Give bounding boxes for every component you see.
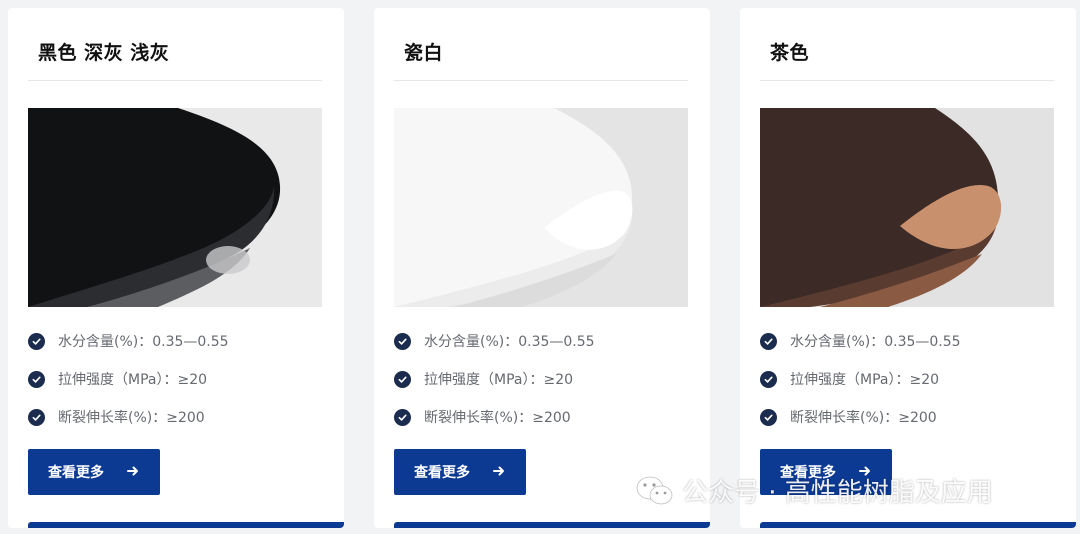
- spec-item: 断裂伸长率(%)：≥200: [394, 406, 571, 428]
- check-circle-icon: [28, 408, 45, 426]
- card-accent-bar: [760, 522, 1076, 528]
- product-title: 瓷白: [404, 42, 444, 64]
- spec-item: 断裂伸长率(%)：≥200: [760, 406, 937, 428]
- spec-text: 水分含量(%)：0.35—0.55: [424, 334, 595, 350]
- watermark-text: 公众号 · 高性能树脂及应用: [682, 478, 993, 508]
- card-accent-bar: [28, 522, 344, 528]
- product-swatch-image: [28, 108, 322, 307]
- spec-item: 拉伸强度（MPa）：≥20: [760, 368, 939, 390]
- check-circle-icon: [760, 370, 777, 388]
- divider: [394, 80, 688, 81]
- spec-text: 拉伸强度（MPa）：≥20: [424, 372, 574, 388]
- check-circle-icon: [394, 332, 411, 350]
- spec-item: 拉伸强度（MPa）：≥20: [394, 368, 573, 390]
- product-swatch-image: [394, 108, 688, 307]
- watermark: 公众号 · 高性能树脂及应用: [636, 472, 993, 509]
- check-circle-icon: [28, 370, 45, 388]
- divider: [28, 80, 322, 81]
- view-more-button[interactable]: 查看更多: [394, 449, 526, 495]
- product-card-black: 黑色 深灰 浅灰 水分含量(%)：0.35—0.55 拉伸强度（MPa）：≥20: [8, 8, 344, 528]
- spec-text: 断裂伸长率(%)：≥200: [790, 410, 937, 426]
- card-accent-bar: [394, 522, 710, 528]
- check-circle-icon: [394, 408, 411, 426]
- wechat-icon: [636, 476, 673, 504]
- spec-text: 拉伸强度（MPa）：≥20: [58, 372, 208, 388]
- product-card-tea-brown: 茶色 水分含量(%)：0.35—0.55 拉伸强度（MPa）：≥20 断裂伸长率…: [740, 8, 1076, 528]
- arrow-right-icon: [493, 466, 504, 476]
- spec-text: 水分含量(%)：0.35—0.55: [790, 334, 961, 350]
- view-more-button[interactable]: 查看更多: [28, 449, 160, 495]
- spec-text: 拉伸强度（MPa）：≥20: [790, 372, 940, 388]
- spec-text: 水分含量(%)：0.35—0.55: [58, 334, 229, 350]
- check-circle-icon: [760, 332, 777, 350]
- view-more-label: 查看更多: [48, 465, 104, 481]
- spec-item: 断裂伸长率(%)：≥200: [28, 406, 205, 428]
- product-swatch-image: [760, 108, 1054, 307]
- spec-item: 水分含量(%)：0.35—0.55: [760, 330, 961, 352]
- spec-text: 断裂伸长率(%)：≥200: [58, 410, 205, 426]
- divider: [760, 80, 1054, 81]
- spec-item: 拉伸强度（MPa）：≥20: [28, 368, 207, 390]
- spec-item: 水分含量(%)：0.35—0.55: [28, 330, 229, 352]
- product-card-porcelain-white: 瓷白 水分含量(%)：0.35—0.55 拉伸强度（MPa）：≥20 断裂伸长率…: [374, 8, 710, 528]
- view-more-label: 查看更多: [414, 465, 470, 481]
- check-circle-icon: [394, 370, 411, 388]
- check-circle-icon: [28, 332, 45, 350]
- product-title: 黑色 深灰 浅灰: [38, 42, 170, 64]
- spec-text: 断裂伸长率(%)：≥200: [424, 410, 571, 426]
- spec-item: 水分含量(%)：0.35—0.55: [394, 330, 595, 352]
- product-title: 茶色: [770, 42, 810, 64]
- arrow-right-icon: [127, 466, 138, 476]
- check-circle-icon: [760, 408, 777, 426]
